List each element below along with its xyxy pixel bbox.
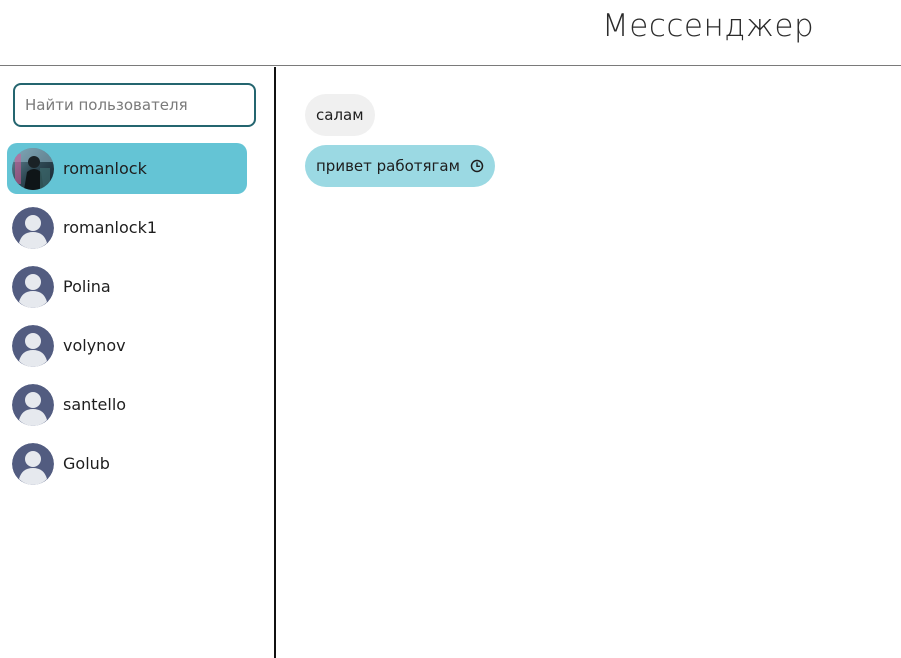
page-title: Мессенджер (602, 8, 815, 44)
user-name: santello (63, 395, 127, 414)
user-search-input[interactable] (13, 83, 256, 127)
default-avatar-icon (12, 206, 54, 249)
chat-area: салам привет работягам (276, 67, 901, 658)
default-avatar-icon (12, 442, 54, 485)
user-item-santello[interactable]: santello (7, 379, 247, 430)
user-name: Polina (63, 277, 111, 296)
user-photo-avatar (12, 147, 54, 190)
sidebar: romanlock romanlock1 (0, 67, 276, 658)
default-avatar-icon (12, 265, 54, 308)
user-name: romanlock (63, 159, 147, 178)
user-name: romanlock1 (63, 218, 158, 237)
outgoing-message-bubble[interactable]: привет работягам (305, 145, 495, 187)
message-text: привет работягам (316, 157, 460, 175)
user-item-romanlock[interactable]: romanlock (7, 143, 247, 194)
clock-icon (470, 159, 484, 173)
incoming-message-bubble[interactable]: салам (305, 94, 375, 136)
user-item-polina[interactable]: Polina (7, 261, 247, 312)
default-avatar-icon (12, 324, 54, 367)
user-name: volynov (63, 336, 126, 355)
app-header: Мессенджер (0, 0, 901, 66)
default-avatar-icon (12, 383, 54, 426)
user-name: Golub (63, 454, 110, 473)
user-item-romanlock1[interactable]: romanlock1 (7, 202, 247, 253)
user-item-volynov[interactable]: volynov (7, 320, 247, 371)
user-item-golub[interactable]: Golub (7, 438, 247, 489)
user-list: romanlock romanlock1 Polina volynov sant… (7, 143, 247, 497)
message-text: салам (316, 106, 364, 124)
messenger-app: Мессенджер Найти пользователя romanlock … (0, 0, 901, 658)
